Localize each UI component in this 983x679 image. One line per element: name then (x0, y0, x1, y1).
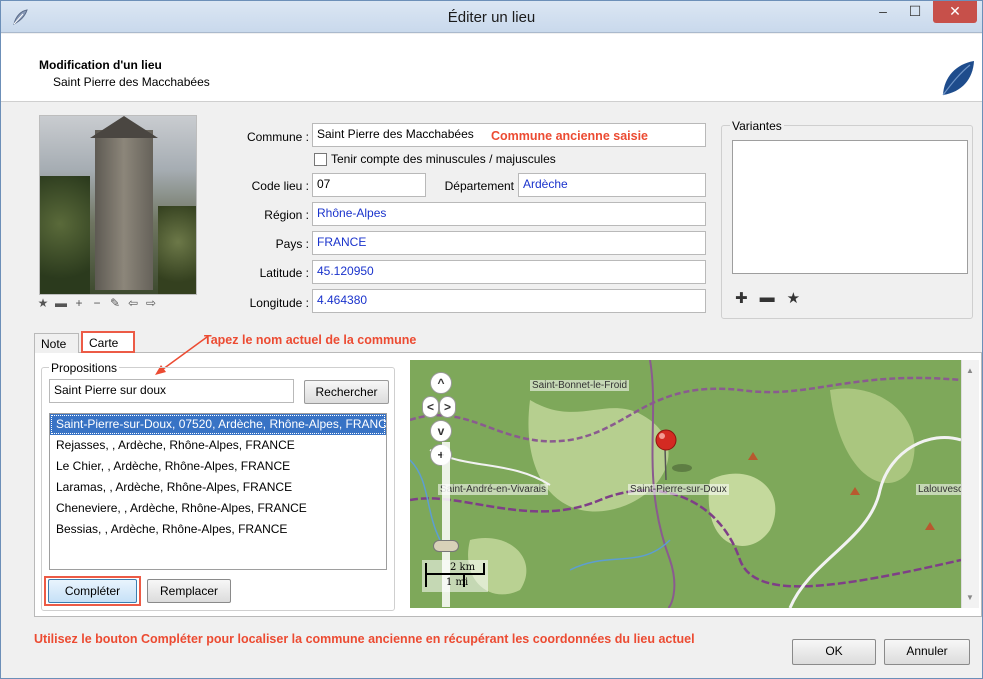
maximize-button[interactable]: ☐ (901, 1, 929, 23)
departement-label: Département (444, 179, 514, 193)
commune-value: Saint Pierre des Macchabées (317, 127, 474, 141)
dialog-header: Modification d'un lieu Saint Pierre des … (1, 34, 982, 102)
departement-field[interactable]: Ardèche (518, 173, 706, 197)
zoom-slider-handle[interactable] (433, 540, 459, 552)
map-scale-bar: 2 km 1 mi (422, 560, 488, 592)
region-value: Rhône-Alpes (317, 206, 387, 220)
list-item[interactable]: Laramas, , Ardèche, Rhône-Alpes, FRANCE (50, 477, 386, 498)
list-item[interactable]: Le Chier, , Ardèche, Rhône-Alpes, FRANCE (50, 456, 386, 477)
add-icon[interactable]: + (73, 296, 85, 310)
ok-button[interactable]: OK (792, 639, 876, 665)
variantes-legend: Variantes (730, 119, 784, 133)
checkbox-box[interactable] (314, 152, 327, 166)
footer-annotation: Utilisez le bouton Compléter pour locali… (34, 632, 695, 646)
photo-toolbar: ★ ▬ + − ✎ ⇦ ⇨ (37, 296, 157, 310)
tab-note[interactable]: Note (34, 333, 79, 353)
star-variant-icon[interactable]: ★ (787, 289, 800, 307)
list-item[interactable]: Bessias, , Ardèche, Rhône-Alpes, FRANCE (50, 519, 386, 540)
tab-carte[interactable]: Carte (81, 331, 135, 353)
pan-down-button[interactable]: v (430, 420, 452, 442)
edit-icon[interactable]: ✎ (109, 296, 121, 310)
map-town-label: Saint-Pierre-sur-Doux (628, 484, 729, 495)
variantes-toolbar: ✚ ▬ ★ (735, 289, 800, 307)
dialog-window: Éditer un lieu – ☐ ✕ Modification d'un l… (0, 0, 983, 679)
propositions-legend: Propositions (49, 361, 120, 375)
longitude-field[interactable]: 4.464380 (312, 289, 706, 313)
completer-button[interactable]: Compléter (48, 579, 137, 603)
title-bar[interactable]: Éditer un lieu – ☐ ✕ (1, 1, 982, 33)
search-button[interactable]: Rechercher (304, 380, 389, 404)
latitude-value: 45.120950 (317, 264, 374, 278)
minimize-button[interactable]: – (869, 1, 897, 23)
leaf-logo-icon (942, 61, 974, 96)
pays-field[interactable]: FRANCE (312, 231, 706, 255)
map-view[interactable]: Saint-Bonnet-le-Froid Saint-André-en-Viv… (410, 360, 961, 608)
search-input[interactable]: Saint Pierre sur doux (49, 379, 294, 403)
list-item[interactable]: Rejasses, , Ardèche, Rhône-Alpes, FRANCE (50, 435, 386, 456)
scroll-down-icon[interactable]: ▼ (966, 593, 974, 602)
remove-icon[interactable]: − (91, 296, 103, 310)
commune-label: Commune : (246, 130, 309, 144)
latitude-label: Latitude : (259, 266, 309, 280)
case-sensitive-label: Tenir compte des minuscules / majuscules (331, 152, 556, 166)
remove-variant-icon[interactable]: ▬ (760, 289, 775, 307)
close-button[interactable]: ✕ (933, 1, 977, 23)
star-icon[interactable]: ★ (37, 296, 49, 310)
next-icon[interactable]: ⇨ (145, 296, 157, 310)
region-field[interactable]: Rhône-Alpes (312, 202, 706, 226)
list-item[interactable]: Saint-Pierre-sur-Doux, 07520, Ardèche, R… (50, 414, 386, 435)
results-list[interactable]: Saint-Pierre-sur-Doux, 07520, Ardèche, R… (49, 413, 387, 570)
pan-left-button[interactable]: < (422, 396, 439, 418)
album-icon[interactable]: ▬ (55, 296, 67, 310)
remplacer-button[interactable]: Remplacer (147, 579, 231, 603)
longitude-label: Longitude : (249, 296, 309, 310)
scale-top-label: 2 km (450, 562, 476, 573)
place-photo[interactable] (39, 115, 197, 295)
list-item[interactable]: Cheneviere, , Ardèche, Rhône-Alpes, FRAN… (50, 498, 386, 519)
code-lieu-label: Code lieu : (251, 179, 309, 193)
scroll-up-icon[interactable]: ▲ (966, 366, 974, 375)
map-town-label: Lalouvesc (916, 484, 961, 495)
pan-right-button[interactable]: > (439, 396, 456, 418)
code-lieu-field[interactable]: 07 (312, 173, 426, 197)
previous-icon[interactable]: ⇦ (127, 296, 139, 310)
latitude-field[interactable]: 45.120950 (312, 260, 706, 284)
cancel-button[interactable]: Annuler (884, 639, 970, 665)
commune-annotation: Commune ancienne saisie (491, 129, 649, 143)
map-town-label: Saint-André-en-Vivarais (438, 484, 548, 495)
longitude-value: 4.464380 (317, 293, 368, 307)
pan-up-button[interactable]: ^ (430, 372, 452, 394)
search-value: Saint Pierre sur doux (54, 383, 167, 397)
header-subheading: Saint Pierre des Macchabées (53, 75, 210, 89)
case-sensitive-checkbox[interactable]: Tenir compte des minuscules / majuscules (314, 152, 556, 166)
pays-label: Pays : (275, 237, 309, 251)
scale-bottom-label: 1 mi (446, 577, 469, 588)
map-town-label: Saint-Bonnet-le-Froid (530, 380, 630, 391)
code-lieu-value: 07 (317, 177, 331, 191)
variantes-list[interactable] (732, 140, 968, 274)
region-label: Région : (264, 208, 309, 222)
pays-value: FRANCE (317, 235, 367, 249)
map-scrollbar[interactable]: ▲ ▼ (961, 360, 979, 608)
departement-value: Ardèche (523, 177, 568, 191)
window-title: Éditer un lieu (447, 9, 536, 26)
add-variant-icon[interactable]: ✚ (735, 289, 748, 307)
carte-annotation: Tapez le nom actuel de la commune (204, 333, 417, 347)
header-heading: Modification d'un lieu (39, 58, 162, 72)
